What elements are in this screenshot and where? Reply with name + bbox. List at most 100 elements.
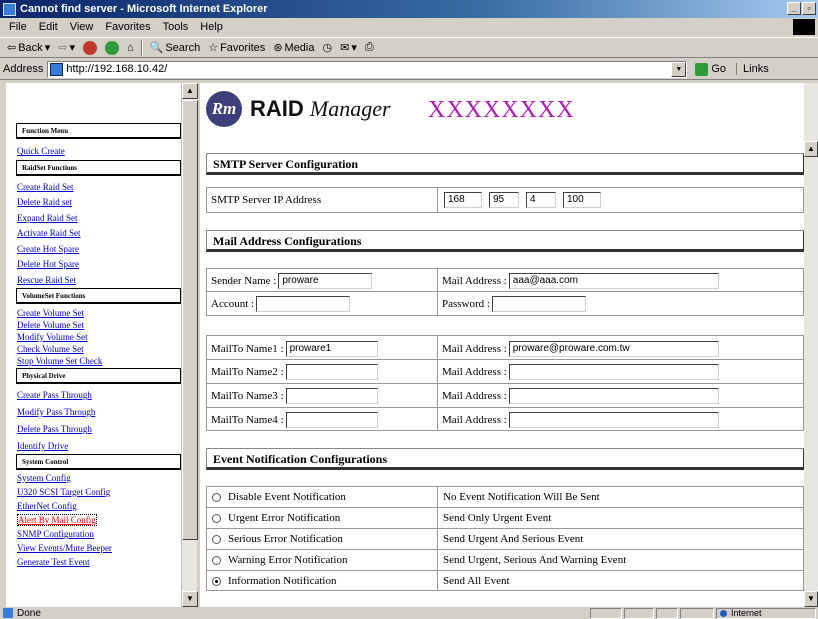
back-button[interactable]: ⇦ Back ▾ — [3, 41, 54, 55]
refresh-button[interactable] — [101, 40, 123, 55]
forward-arrow-icon: ⇨ — [58, 42, 68, 54]
sender-mail-label: Mail Address : — [442, 275, 507, 287]
link-create-pass-through[interactable]: Create Pass Through — [6, 388, 196, 405]
address-input[interactable]: http://192.168.10.42/ ▼ — [47, 60, 688, 78]
event-radio-4[interactable] — [212, 555, 221, 565]
mailto-name1-input[interactable]: proware1 — [285, 340, 378, 357]
forward-button[interactable]: ⇨ ▾ — [54, 41, 79, 54]
address-label: Address — [3, 63, 44, 75]
history-button[interactable]: ◷ — [319, 41, 337, 54]
link-u320-scsi-target-config[interactable]: U320 SCSI Target Config — [6, 485, 196, 499]
link-check-volume-set[interactable]: Check Volume Set — [6, 343, 196, 355]
event-radio-1[interactable] — [212, 492, 221, 502]
event-option-label: Warning Error Notification — [228, 554, 348, 566]
media-icon: ⊛ — [273, 42, 283, 54]
event-option-description: Send Urgent And Serious Event — [443, 533, 584, 545]
main-frame-scrollbar[interactable]: ▲ ▼ — [804, 83, 818, 607]
link-rescue-raid-set[interactable]: Rescue Raid Set — [6, 273, 196, 289]
scroll-down-arrow-icon[interactable]: ▼ — [804, 591, 818, 607]
password-input[interactable] — [491, 296, 586, 312]
print-button[interactable]: ⎙ — [361, 41, 378, 54]
link-identify-drive[interactable]: Identify Drive — [6, 439, 196, 454]
menu-tools[interactable]: Tools — [157, 21, 195, 33]
scroll-up-arrow-icon[interactable]: ▲ — [804, 141, 818, 157]
refresh-icon — [104, 40, 119, 55]
event-radio-2[interactable] — [212, 513, 221, 523]
address-url: http://192.168.10.42/ — [66, 63, 168, 75]
link-quick-create[interactable]: Quick Create — [6, 144, 196, 160]
link-create-raid-set[interactable]: Create Raid Set — [6, 180, 196, 196]
event-radio-3[interactable] — [212, 534, 221, 544]
link-snmp-configuration[interactable]: SNMP Configuration — [6, 527, 196, 541]
link-generate-test-event[interactable]: Generate Test Event — [6, 555, 196, 569]
search-button[interactable]: 🔍 Search — [146, 41, 205, 55]
link-stop-volume-set-check[interactable]: Stop Volume Set Check — [6, 355, 196, 368]
mailto-address4-input[interactable] — [508, 412, 719, 428]
mailto-name3-input[interactable] — [285, 388, 378, 404]
mailto-address1-input[interactable]: proware@proware.com.tw — [508, 340, 719, 357]
mailto-name2-input[interactable] — [285, 364, 378, 380]
link-modify-pass-through[interactable]: Modify Pass Through — [6, 405, 196, 422]
maximize-button[interactable]: ▫ — [802, 2, 816, 15]
go-button[interactable]: Go — [695, 62, 726, 76]
scroll-down-arrow-icon[interactable]: ▼ — [182, 591, 198, 607]
event-option-4[interactable]: Warning Error Notification — [212, 550, 347, 570]
title-bar: Cannot find server - Microsoft Internet … — [0, 0, 818, 18]
link-system-config[interactable]: System Config — [6, 472, 196, 485]
minimize-button[interactable]: _ — [787, 2, 801, 15]
system-control-header: System Control — [16, 454, 182, 470]
mail-button[interactable]: ✉ ▾ — [336, 41, 361, 54]
smtp-ip-octet-1[interactable]: 168 — [444, 192, 482, 208]
home-icon: ⌂ — [126, 41, 134, 54]
link-view-events-mute-beeper[interactable]: View Events/Mute Beeper — [6, 541, 196, 555]
event-option-description: No Event Notification Will Be Sent — [443, 491, 600, 503]
menu-edit[interactable]: Edit — [33, 21, 64, 33]
scroll-up-arrow-icon[interactable]: ▲ — [182, 83, 198, 99]
raidset-functions-header: RaidSet Functions — [16, 159, 182, 176]
sender-mail-input[interactable]: aaa@aaa.com — [508, 273, 719, 289]
status-text: Done — [17, 607, 41, 619]
link-create-hot-spare[interactable]: Create Hot Spare — [6, 242, 196, 258]
link-delete-raid-set[interactable]: Delete Raid set — [6, 195, 196, 211]
home-button[interactable]: ⌂ — [123, 42, 138, 54]
scroll-thumb[interactable] — [182, 100, 198, 540]
event-radio-5[interactable] — [212, 576, 221, 586]
link-alert-by-mail-config[interactable]: Alert By Mail Config — [6, 513, 196, 527]
stop-button[interactable] — [79, 40, 101, 55]
link-delete-volume-set[interactable]: Delete Volume Set — [6, 319, 196, 331]
security-zone: Internet — [716, 608, 816, 619]
smtp-ip-octet-2[interactable]: 95 — [489, 192, 519, 208]
event-option-5[interactable]: Information Notification — [212, 571, 336, 591]
menu-favorites[interactable]: Favorites — [99, 21, 156, 33]
favorites-button[interactable]: ☆ Favorites — [204, 41, 269, 55]
link-delete-pass-through[interactable]: Delete Pass Through — [6, 422, 196, 439]
left-frame-scrollbar[interactable]: ▲ ▼ — [181, 83, 198, 607]
menu-view[interactable]: View — [64, 21, 100, 33]
event-option-3[interactable]: Serious Error Notification — [212, 529, 343, 549]
event-option-1[interactable]: Disable Event Notification — [212, 487, 346, 507]
event-option-description: Send All Event — [443, 575, 510, 587]
link-activate-raid-set[interactable]: Activate Raid Set — [6, 226, 196, 242]
event-option-2[interactable]: Urgent Error Notification — [212, 508, 340, 528]
chevron-down-icon: ▾ — [44, 42, 51, 54]
menu-file[interactable]: File — [3, 21, 33, 33]
password-label: Password : — [442, 298, 490, 310]
link-ethernet-config[interactable]: EtherNet Config — [6, 499, 196, 513]
link-delete-hot-spare[interactable]: Delete Hot Spare — [6, 257, 196, 273]
link-expand-raid-set[interactable]: Expand Raid Set — [6, 211, 196, 227]
stop-icon — [82, 40, 97, 55]
sender-name-input[interactable]: proware — [278, 273, 373, 289]
event-option-label: Serious Error Notification — [228, 533, 343, 545]
links-button[interactable]: Links — [736, 63, 769, 75]
link-create-volume-set[interactable]: Create Volume Set — [6, 307, 196, 319]
menu-help[interactable]: Help — [194, 21, 229, 33]
mailto-name4-input[interactable] — [285, 412, 378, 428]
smtp-ip-octet-4[interactable]: 100 — [563, 192, 601, 208]
mailto-address2-input[interactable] — [508, 364, 719, 380]
link-modify-volume-set[interactable]: Modify Volume Set — [6, 331, 196, 343]
mailto-address3-input[interactable] — [508, 388, 719, 404]
account-input[interactable] — [256, 296, 351, 312]
address-dropdown-button[interactable]: ▼ — [671, 61, 687, 77]
media-button[interactable]: ⊛ Media — [269, 41, 318, 55]
smtp-ip-octet-3[interactable]: 4 — [526, 192, 556, 208]
